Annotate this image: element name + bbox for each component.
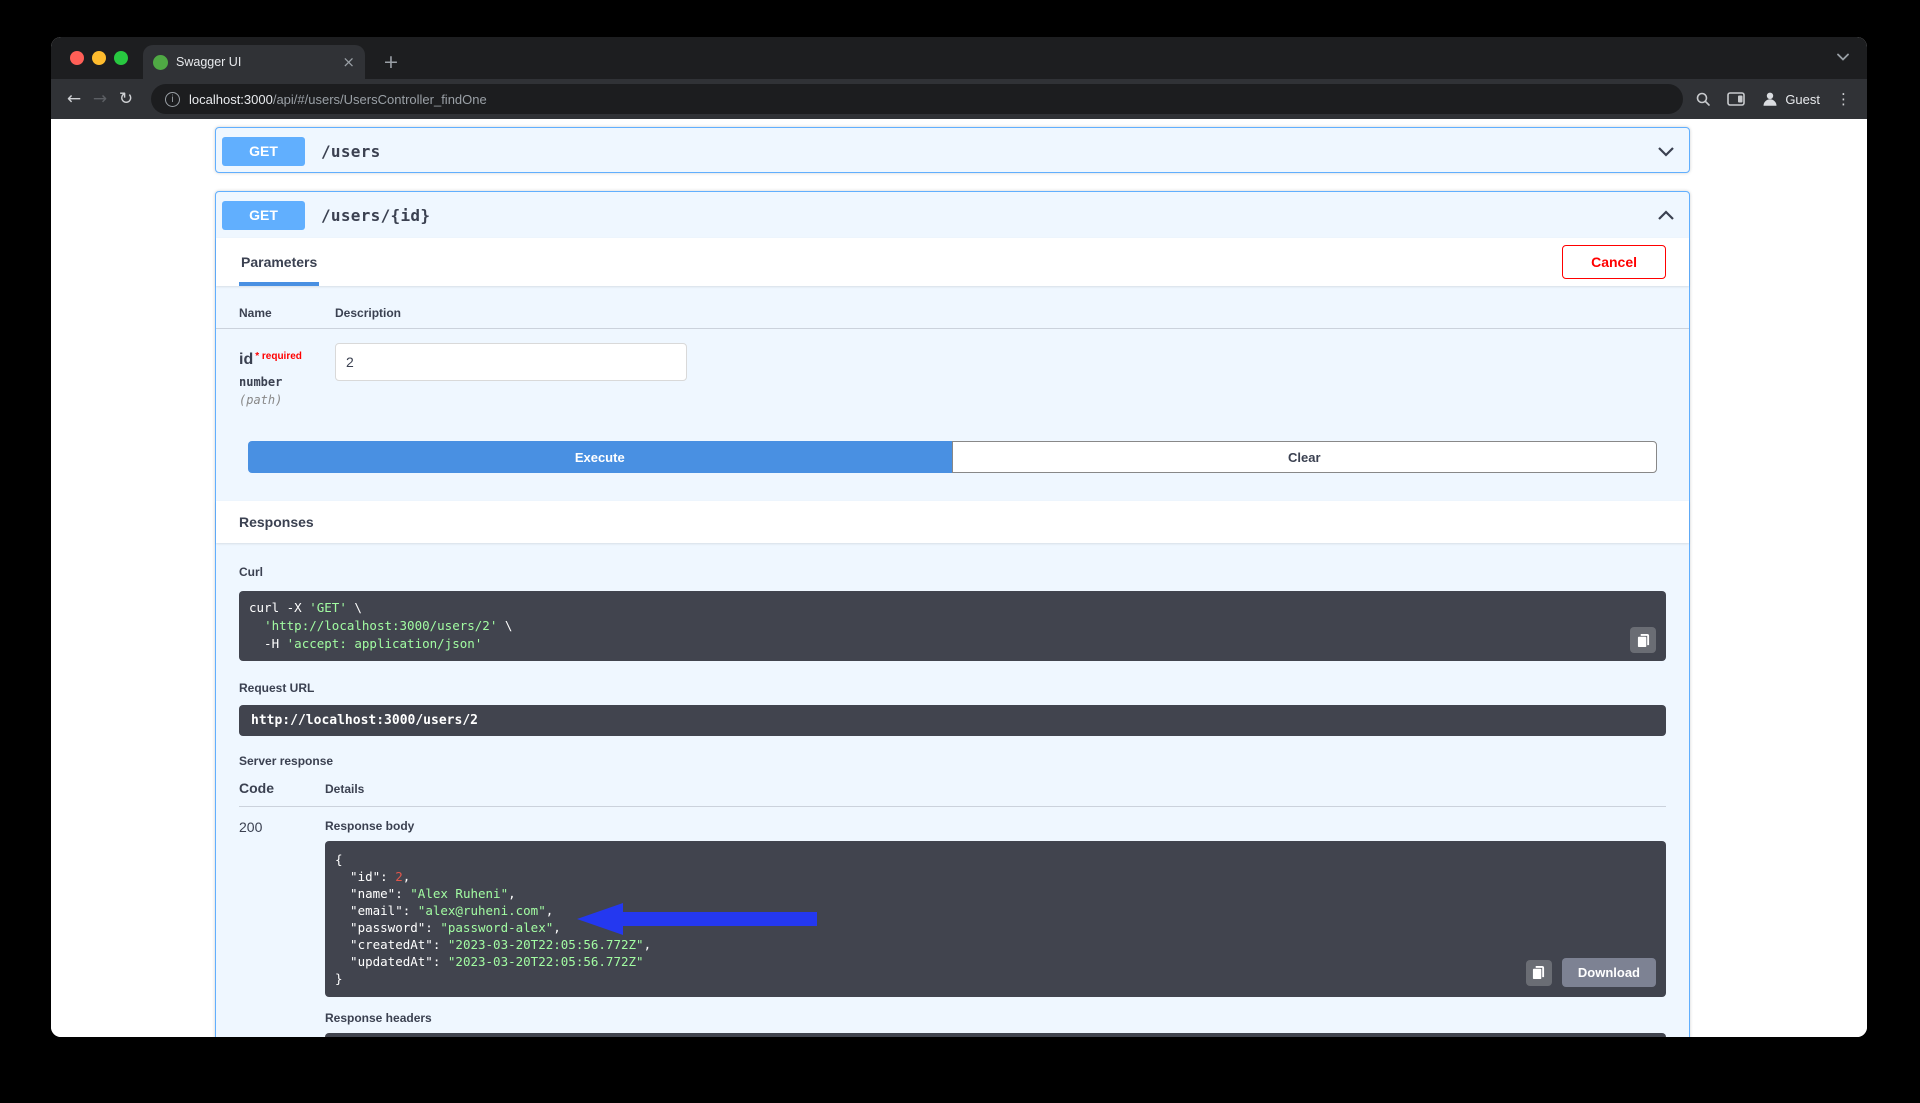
id-parameter-input[interactable] [335,343,687,381]
url-path: /api/#/users/UsersController_findOne [272,91,487,107]
profile-chip[interactable]: Guest [1761,90,1820,108]
toolbar-actions: Guest ⋮ [1695,90,1857,108]
response-details-cell: Response body { "id": 2, "name": "Alex R… [325,819,1666,1037]
parameter-name-cell: id * required number (path) [239,343,335,407]
curl-label: Curl [239,565,263,579]
traffic-light-minimize-button[interactable] [92,51,106,65]
endpoint-path-users-id: /users/{id} [321,205,431,225]
response-table-header: Code Details [239,780,1666,807]
parameter-type: number [239,375,283,389]
side-panel-icon[interactable] [1727,92,1746,106]
opblock-get-users-summary[interactable]: GET /users [216,128,1689,174]
opblock-get-users: GET /users [215,127,1690,173]
request-url-value: http://localhost:3000/users/2 [239,705,1666,736]
parameters-header: Parameters Cancel [216,238,1689,286]
parameters-tab-label: Parameters [241,254,318,270]
responses-title: Responses [239,514,314,530]
response-headers-block [325,1033,1666,1037]
traffic-light-zoom-button[interactable] [114,51,128,65]
browser-toolbar: ← → ↻ i localhost:3000/api/#/users/Users… [51,79,1867,119]
url-text: localhost:3000/api/#/users/UsersControll… [189,92,487,107]
back-button[interactable]: ← [61,89,87,109]
tab-search-chevron-icon[interactable] [1837,48,1849,66]
column-header-details: Details [325,782,365,796]
copy-icon[interactable] [1525,959,1552,986]
response-body-controls: Download [1525,958,1656,987]
opblock-get-users-id: GET /users/{id} Parameters Cancel Name D… [215,191,1690,1037]
response-headers-label: Response headers [325,1011,432,1025]
reload-button[interactable]: ↻ [113,89,139,109]
browser-window: Swagger UI × + ← → ↻ i localhost:3000/ap… [51,37,1867,1037]
column-header-description: Description [335,306,402,320]
response-row: 200 Response body { "id": 2, "name": "Al… [239,819,1666,1037]
annotation-arrow [577,903,817,935]
collapse-chevron-up-icon[interactable] [1657,207,1675,223]
required-marker: * required [255,351,302,362]
server-response-label: Server response [239,754,334,768]
response-body-json: { "id": 2, "name": "Alex Ruheni", "email… [335,852,652,986]
responses-section: Curl curl -X 'GET' \ 'http://localhost:3… [216,543,1689,1037]
execute-row: Execute Clear [248,441,1657,473]
column-header-code: Code [239,780,274,796]
tab-close-icon[interactable]: × [342,53,355,71]
curl-command: curl -X 'GET' \ 'http://localhost:3000/u… [249,600,513,651]
url-host: localhost:3000 [189,91,273,107]
get-method-badge: GET [222,200,305,230]
download-button[interactable]: Download [1561,958,1656,987]
opblock-get-users-id-summary[interactable]: GET /users/{id} [216,192,1689,238]
expand-chevron-down-icon[interactable] [1657,143,1675,159]
status-code: 200 [239,819,263,835]
forward-button[interactable]: → [87,89,113,109]
parameters-section: Name Description id * required number (pa… [216,306,1689,501]
cancel-button[interactable]: Cancel [1562,245,1666,279]
address-bar[interactable]: i localhost:3000/api/#/users/UsersContro… [151,84,1684,114]
avatar-icon [1761,90,1779,108]
execute-button[interactable]: Execute [248,441,952,473]
zoom-icon[interactable] [1695,91,1711,107]
curl-command-block: curl -X 'GET' \ 'http://localhost:3000/u… [239,591,1666,661]
swagger-page: GET /users GET /users/{id} Parameters Ca… [51,119,1867,1037]
swagger-content: GET /users GET /users/{id} Parameters Ca… [215,127,1690,1037]
menu-kebab-icon[interactable]: ⋮ [1836,90,1851,108]
response-body-label: Response body [325,819,415,833]
site-info-icon[interactable]: i [165,91,180,107]
responses-header: Responses [216,501,1689,543]
browser-tab[interactable]: Swagger UI × [143,45,365,79]
copy-icon[interactable] [1630,627,1656,653]
column-header-name: Name [239,306,272,320]
clear-button[interactable]: Clear [951,441,1657,473]
traffic-lights [70,51,128,65]
parameter-name: id * required [239,351,302,368]
profile-label: Guest [1785,91,1820,107]
traffic-light-close-button[interactable] [70,51,84,65]
parameter-row: id * required number (path) [216,329,1689,407]
swagger-favicon-icon [153,54,168,70]
new-tab-button[interactable]: + [379,51,403,73]
parameters-tab[interactable]: Parameters [239,238,320,286]
parameter-location: (path) [239,393,283,407]
request-url-label: Request URL [239,681,315,695]
tab-strip: Swagger UI × + [51,37,1867,79]
tab-title: Swagger UI [176,55,242,69]
response-body-block: { "id": 2, "name": "Alex Ruheni", "email… [325,841,1666,997]
endpoint-path-users: /users [321,141,381,161]
parameter-description-cell [335,343,687,407]
parameters-table-header: Name Description [216,306,1689,329]
get-method-badge: GET [222,136,305,166]
